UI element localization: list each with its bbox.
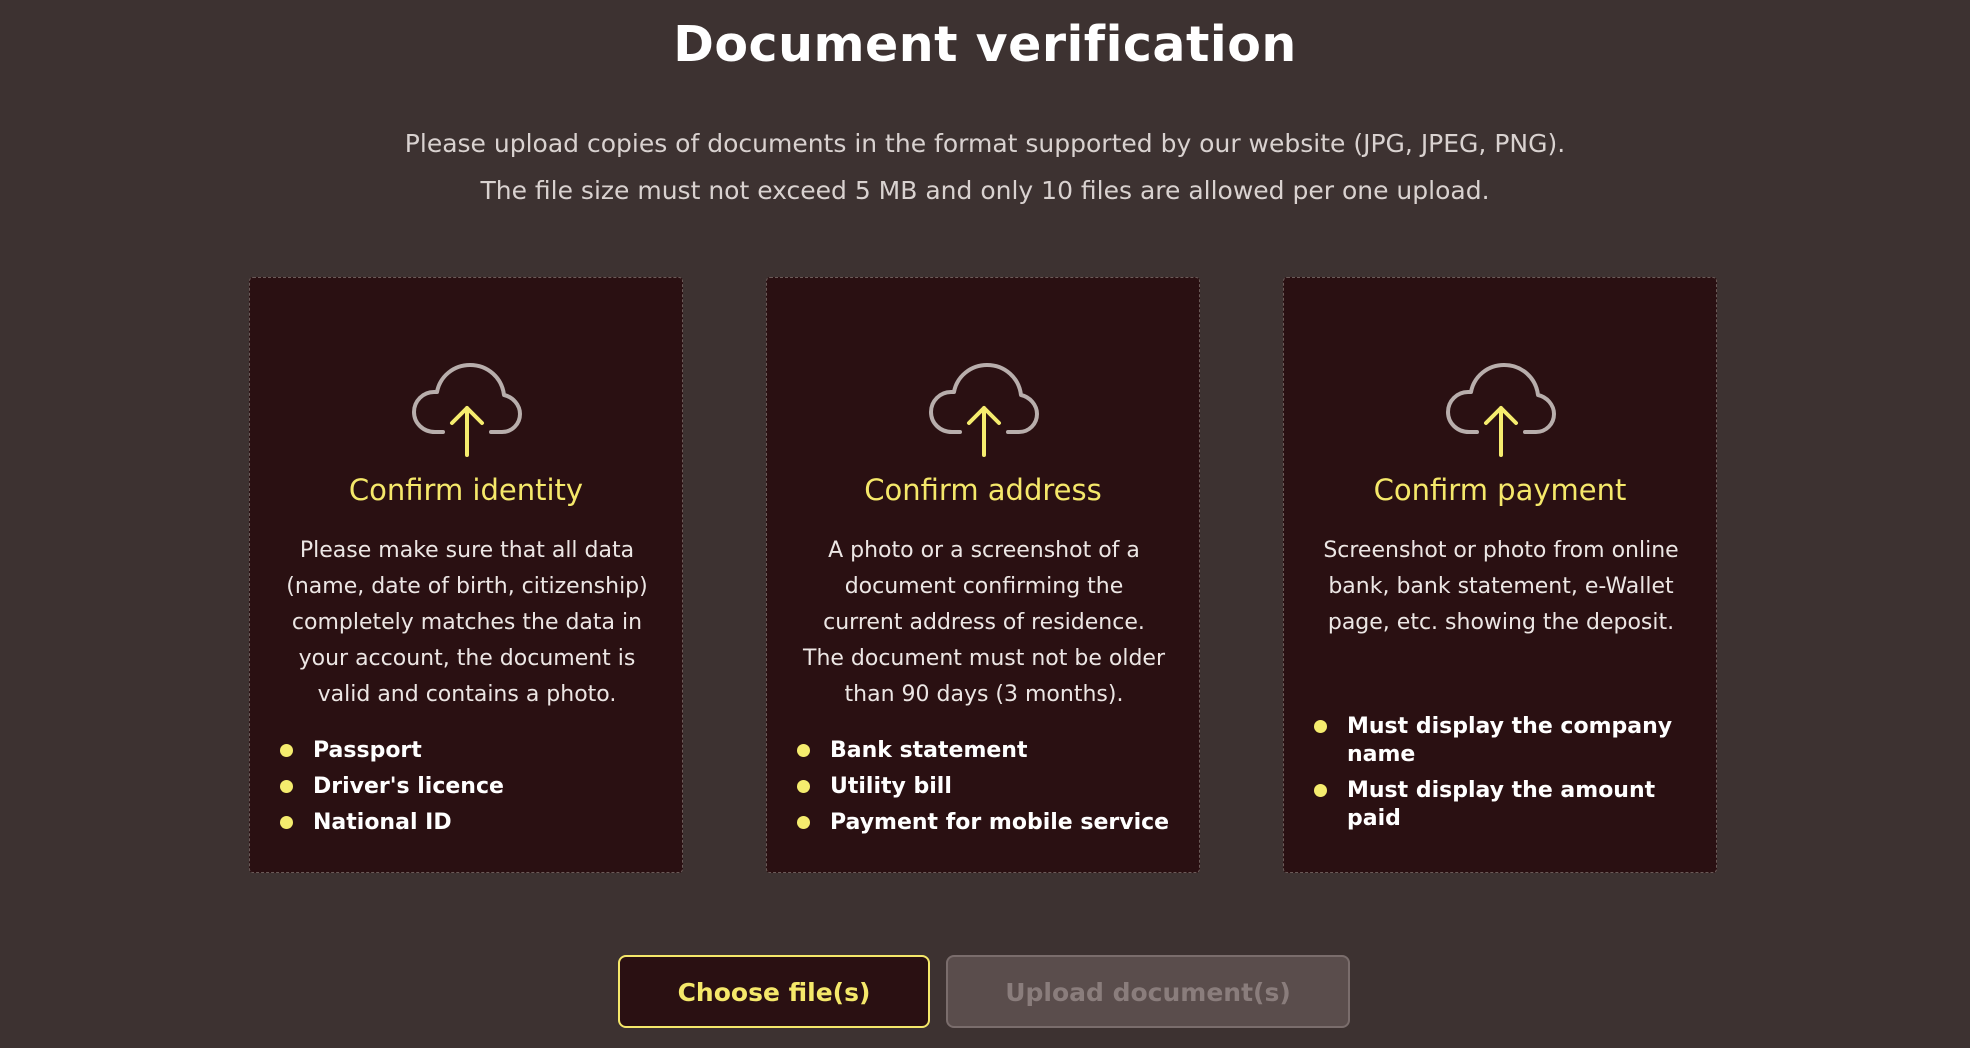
card-description-line: than 90 days (3 months).: [844, 682, 1124, 707]
card-description: Screenshot or photo from online bank, ba…: [1306, 533, 1696, 641]
bullet-dot-icon: [797, 744, 810, 757]
card-description: A photo or a screenshot of a document co…: [789, 533, 1179, 713]
card-confirm-payment[interactable]: Confirm payment Screenshot or photo from…: [1283, 277, 1717, 873]
intro-line: The file size must not exceed 5 MB and o…: [480, 176, 1490, 205]
document-type-list: Bank statement Utility bill Payment for …: [797, 733, 1187, 841]
intro-text: Please upload copies of documents in the…: [0, 120, 1970, 214]
list-item-line: paid: [1347, 806, 1401, 831]
list-item-line: name: [1347, 742, 1416, 767]
list-item: Utility bill: [797, 769, 1187, 805]
card-description-line: your account, the document is: [298, 646, 636, 671]
intro-line: Please upload copies of documents in the…: [404, 129, 1566, 158]
card-description-line: page, etc. showing the deposit.: [1327, 610, 1675, 635]
requirement-list: Must display the company name Must displa…: [1314, 713, 1704, 841]
card-description-line: document confirming the: [844, 574, 1124, 599]
document-type-list: Passport Driver's licence National ID: [280, 733, 670, 841]
cloud-upload-icon: [412, 363, 522, 457]
list-item: Passport: [280, 733, 670, 769]
list-item: Driver's licence: [280, 769, 670, 805]
card-title: Confirm identity: [348, 473, 584, 507]
list-item-label: Passport: [313, 738, 422, 763]
card-description-line: valid and contains a photo.: [317, 682, 617, 707]
list-item-label: Must display the amount paid: [1347, 778, 1655, 831]
list-item: Must display the amount paid: [1314, 777, 1704, 833]
bullet-dot-icon: [280, 744, 293, 757]
card-confirm-address[interactable]: Confirm address A photo or a screenshot …: [766, 277, 1200, 873]
upload-documents-button[interactable]: Upload document(s): [946, 955, 1350, 1028]
bullet-dot-icon: [280, 780, 293, 793]
list-item-label: Driver's licence: [313, 774, 504, 799]
list-item-line: Must display the company: [1347, 714, 1673, 739]
list-item-label: Utility bill: [830, 774, 952, 799]
bullet-dot-icon: [1314, 784, 1327, 797]
card-description-line: completely matches the data in: [291, 610, 643, 635]
card-description: Please make sure that all data (name, da…: [272, 533, 662, 713]
list-item: Payment for mobile service: [797, 805, 1187, 841]
list-item: Bank statement: [797, 733, 1187, 769]
card-description-line: current address of residence.: [823, 610, 1145, 635]
card-description-line: A photo or a screenshot of a: [828, 538, 1140, 563]
choose-files-button[interactable]: Choose file(s): [618, 955, 930, 1028]
card-description-line: bank, bank statement, e-Wallet: [1328, 574, 1674, 599]
list-item-label: Bank statement: [830, 738, 1028, 763]
card-title: Confirm payment: [1373, 473, 1627, 507]
card-title: Confirm address: [864, 473, 1102, 507]
list-item-label: National ID: [313, 810, 452, 835]
bullet-dot-icon: [280, 816, 293, 829]
cloud-upload-icon: [929, 363, 1039, 457]
bullet-dot-icon: [1314, 720, 1327, 733]
card-description-line: Screenshot or photo from online: [1323, 538, 1679, 563]
card-description-line: Please make sure that all data: [299, 538, 635, 563]
page-title: Document verification: [673, 16, 1297, 73]
list-item-label: Payment for mobile service: [830, 810, 1170, 835]
bullet-dot-icon: [797, 780, 810, 793]
list-item-line: Must display the amount: [1347, 778, 1656, 803]
card-confirm-identity[interactable]: Confirm identity Please make sure that a…: [249, 277, 683, 873]
list-item: National ID: [280, 805, 670, 841]
card-description-line: The document must not be older: [803, 646, 1165, 671]
list-item: Must display the company name: [1314, 713, 1704, 769]
cloud-upload-icon: [1446, 363, 1556, 457]
bullet-dot-icon: [797, 816, 810, 829]
card-description-line: (name, date of birth, citizenship): [286, 574, 648, 599]
list-item-label: Must display the company name: [1347, 714, 1672, 767]
